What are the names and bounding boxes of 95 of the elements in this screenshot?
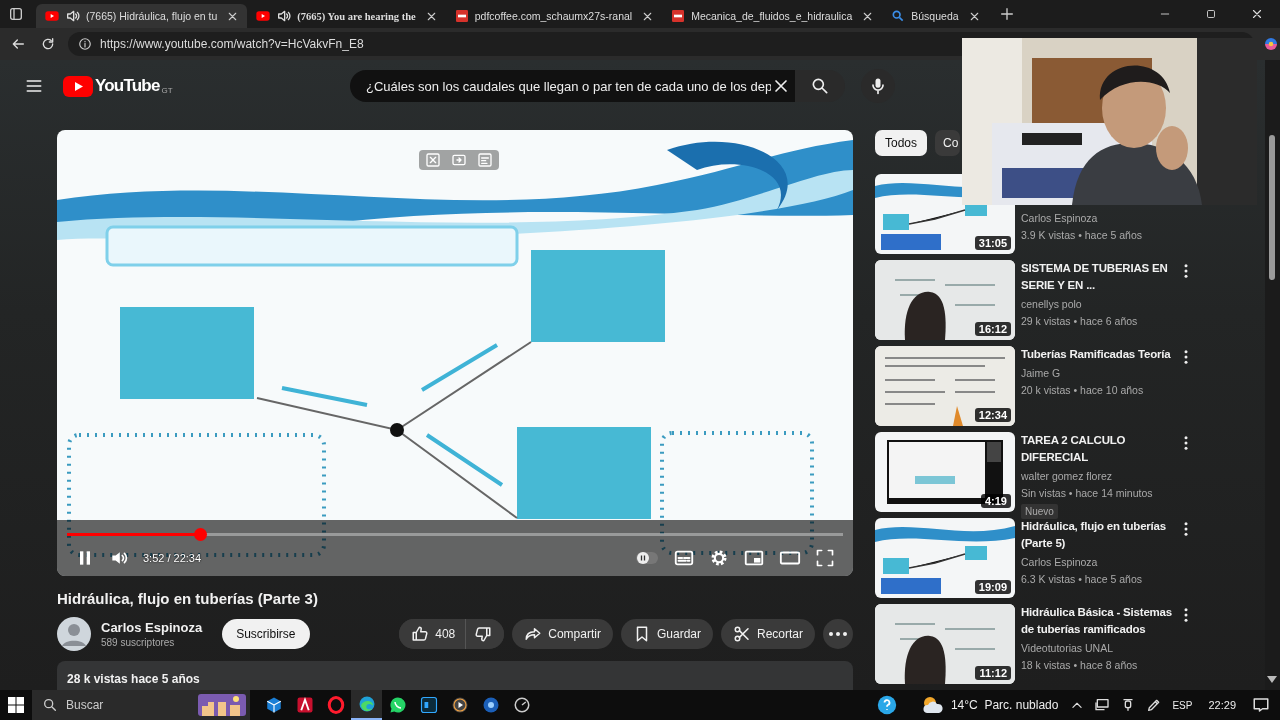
time-display: 3:52 / 22:34 bbox=[143, 552, 202, 564]
play-logo-icon bbox=[44, 8, 60, 24]
channel-name[interactable]: Videotutorias UNAL bbox=[1021, 640, 1114, 657]
maximize-icon[interactable] bbox=[1204, 7, 1218, 21]
search-field[interactable]: ¿Cuáles son los caudales que llegan o par ten de cada uno de los dep bbox=[350, 70, 795, 102]
scissors-icon bbox=[733, 625, 751, 644]
laptop-icon[interactable] bbox=[1094, 697, 1111, 713]
channel-name[interactable]: Carlos Espinoza bbox=[1021, 210, 1098, 227]
fullscreen-icon[interactable] bbox=[815, 548, 835, 568]
play-icon[interactable] bbox=[450, 696, 469, 714]
browser-tab[interactable]: Búsqueda bbox=[882, 4, 989, 28]
video-meta: 18 k vistas • hace 8 años bbox=[1021, 658, 1138, 673]
taskbar-search-field[interactable]: Buscar bbox=[32, 690, 250, 720]
browser-tab[interactable]: (7665) You are hearing the bbox=[247, 4, 446, 28]
video-title[interactable]: SISTEMA DE TUBERIAS EN SERIE Y EN ... bbox=[1021, 260, 1177, 294]
close-icon[interactable] bbox=[1250, 7, 1264, 21]
speaker-icon[interactable] bbox=[65, 8, 81, 24]
search-button[interactable] bbox=[795, 70, 845, 102]
view-count: 28 k vistas hace 5 años bbox=[67, 672, 200, 687]
cube-icon[interactable] bbox=[264, 696, 283, 714]
video-title[interactable]: Tuberías Ramificadas Teoría bbox=[1021, 346, 1171, 363]
video-meta: Sin vistas • hace 14 minutos bbox=[1021, 486, 1153, 501]
search-icon bbox=[42, 697, 58, 713]
swirl-icon[interactable] bbox=[1262, 35, 1280, 53]
avatar[interactable] bbox=[57, 617, 91, 652]
document-icon bbox=[453, 8, 470, 24]
channel-name[interactable]: cenellys polo bbox=[1021, 296, 1082, 313]
info-icon[interactable] bbox=[78, 37, 92, 51]
duration-badge: 16:12 bbox=[974, 322, 1011, 336]
subscribe-button[interactable]: Suscribirse bbox=[222, 619, 310, 650]
chat-bubble-icon[interactable] bbox=[388, 696, 407, 714]
scrollbar[interactable] bbox=[1265, 60, 1280, 690]
gauge-icon[interactable] bbox=[512, 696, 531, 714]
like-button[interactable]: 408 bbox=[399, 619, 467, 650]
duration-badge: 11:12 bbox=[975, 666, 1011, 680]
buildings-icon bbox=[198, 694, 246, 716]
filter-chip[interactable]: Todos bbox=[875, 130, 928, 156]
start-icon[interactable] bbox=[8, 697, 24, 713]
window-icon[interactable] bbox=[8, 6, 24, 22]
settings-icon[interactable] bbox=[709, 548, 729, 568]
tab-title: Mecanica_de_fluidos_e_hidraulica bbox=[691, 10, 853, 22]
browser-tab[interactable]: (7665) Hidráulica, flujo en tu bbox=[36, 4, 248, 28]
browser-icon[interactable] bbox=[357, 695, 376, 713]
ring-icon[interactable] bbox=[326, 696, 345, 714]
duration-badge: 12:34 bbox=[974, 408, 1011, 422]
back-icon[interactable] bbox=[10, 36, 26, 52]
browser-tab[interactable]: Mecanica_de_fluidos_e_hidraulica bbox=[662, 4, 883, 28]
play-logo-icon bbox=[63, 75, 93, 97]
new-tab-icon[interactable] bbox=[998, 6, 1015, 22]
duration-badge: 19:09 bbox=[974, 580, 1011, 594]
video-title[interactable]: Hidráulica, flujo en tuberías (Parte 5) bbox=[1021, 518, 1177, 552]
thumbs-up-icon bbox=[411, 625, 430, 644]
video-meta: 20 k vistas • hace 10 años bbox=[1021, 383, 1144, 398]
voice-search-button[interactable] bbox=[861, 69, 895, 103]
filter-chip[interactable]: Co bbox=[935, 130, 961, 156]
duration-badge: 4:19 bbox=[980, 494, 1011, 508]
video-meta: 6.3 K vistas • hace 5 años bbox=[1021, 572, 1142, 587]
tab-title: pdfcoffee.com_schaumx27s-ranal bbox=[474, 10, 633, 22]
tab-title: (7665) You are hearing the bbox=[297, 10, 416, 22]
channel-name[interactable]: Carlos Espinoza bbox=[101, 620, 203, 636]
document-icon bbox=[670, 8, 687, 24]
tab-title: Búsqueda bbox=[911, 10, 959, 22]
subscriber-count: 589 suscriptores bbox=[101, 637, 176, 649]
notification-icon[interactable] bbox=[1252, 696, 1270, 714]
channel-name[interactable]: Jaime G bbox=[1021, 365, 1061, 382]
scroll-thumb[interactable] bbox=[1269, 135, 1275, 280]
speaker-icon[interactable] bbox=[276, 8, 293, 24]
search-icon bbox=[810, 76, 830, 96]
disc-icon[interactable] bbox=[481, 696, 500, 714]
help-icon[interactable] bbox=[876, 695, 897, 715]
clock[interactable]: 22:29 bbox=[1208, 699, 1236, 711]
video-meta: 29 k vistas • hace 6 años bbox=[1021, 314, 1138, 329]
square-icon[interactable] bbox=[419, 696, 438, 714]
video-title[interactable]: Hidráulica Básica - Sistemas de tuberías ramificados bbox=[1021, 604, 1177, 638]
tab-title: (7665) Hidráulica, flujo en tu bbox=[86, 10, 218, 22]
thumbs-down-icon bbox=[474, 625, 493, 644]
scroll-down-icon[interactable] bbox=[1267, 676, 1277, 684]
video-meta: 3.9 K vistas • hace 5 años bbox=[1021, 228, 1142, 243]
action-button[interactable]: Recortar bbox=[721, 619, 815, 650]
play-logo-icon bbox=[255, 8, 272, 24]
channel-name[interactable]: Carlos Espinoza bbox=[1021, 554, 1098, 571]
weather-text[interactable]: 14°C Parc. nublado bbox=[950, 698, 1059, 712]
video-title: Hidráulica, flujo en tuberías (Parte 3) bbox=[57, 590, 319, 607]
action-button[interactable]: Guardar bbox=[620, 619, 713, 650]
browser-tab[interactable]: pdfcoffee.com_schaumx27s-ranal bbox=[445, 4, 663, 28]
duration-badge: 31:05 bbox=[974, 236, 1011, 250]
language-indicator[interactable]: ESP bbox=[1172, 699, 1193, 711]
action-button[interactable]: Compartir bbox=[512, 619, 613, 650]
progress-track[interactable] bbox=[67, 533, 843, 536]
more-icon bbox=[829, 632, 847, 637]
more-button[interactable] bbox=[823, 619, 853, 650]
video-title[interactable]: TAREA 2 CALCULO DIFERECIAL bbox=[1021, 432, 1177, 466]
channel-name[interactable]: walter gomez florez bbox=[1021, 468, 1113, 485]
new-badge: Nuevo bbox=[1021, 504, 1058, 519]
reload-icon[interactable] bbox=[40, 36, 56, 52]
